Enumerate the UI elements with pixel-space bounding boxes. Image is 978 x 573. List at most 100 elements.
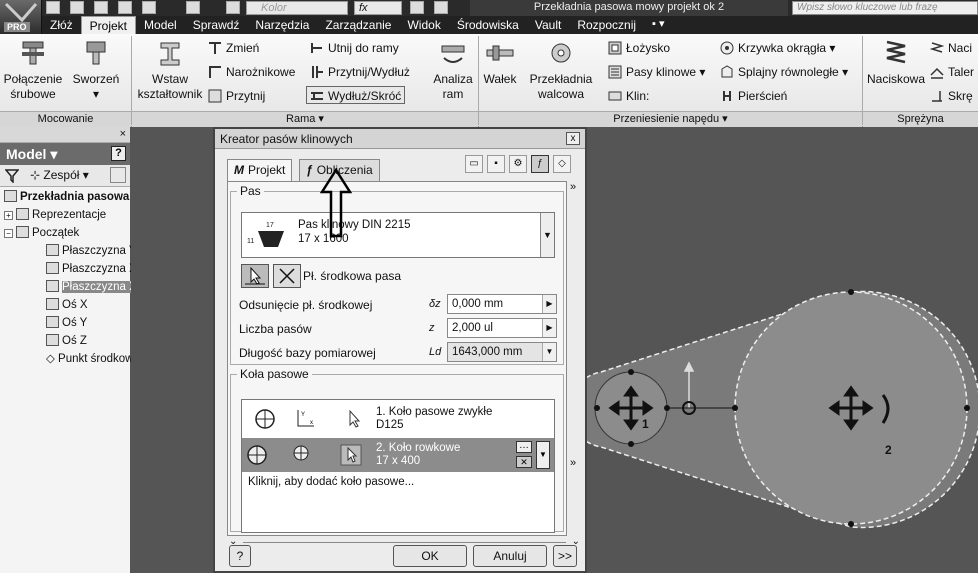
chevron-right-icon[interactable]: ▶ (542, 319, 556, 337)
tab-sprawdz[interactable]: Sprawdź (185, 16, 248, 34)
select-icon[interactable] (186, 1, 200, 14)
pin-button[interactable]: Sworzeń ▾ (68, 38, 124, 102)
undo-icon[interactable] (118, 1, 132, 14)
group-title-naped[interactable]: Przeniesienie napędu ▾ (479, 111, 862, 127)
pulley-row-1[interactable]: Yx 1. Koło pasowe zwykłe D125 (242, 402, 554, 436)
tab-zloz[interactable]: Złóż (42, 16, 81, 34)
plus-icon[interactable] (410, 1, 424, 14)
group-title-rama[interactable]: Rama ▾ (132, 111, 478, 127)
tab-narzedzia[interactable]: Narzędzia (247, 16, 317, 34)
tree-item-axis-x[interactable]: Oś X (46, 297, 88, 314)
belt-dropdown-icon[interactable]: ▼ (540, 213, 554, 257)
ok-button[interactable]: OK (393, 545, 467, 567)
tree-item-plane-xy[interactable]: Płaszczyzna X (46, 279, 137, 296)
tree-label: Oś X (62, 299, 88, 311)
tab-projekt[interactable]: Projekt (80, 16, 137, 34)
tree-item-origin[interactable]: − Początek (4, 225, 79, 242)
pulley-type-dropdown-icon[interactable] (246, 444, 268, 466)
settings-icon[interactable]: ⚙ (509, 155, 527, 173)
tree-item-center-point[interactable]: ◇ Punkt środkowy (46, 351, 139, 368)
tree-item-axis-z[interactable]: Oś Z (46, 333, 87, 350)
tab-model[interactable]: Model (136, 16, 185, 34)
application-menu-button[interactable]: PRO (0, 0, 42, 34)
formula-icon[interactable]: ƒ (531, 155, 549, 173)
tree-item-representations[interactable]: + Reprezentacje (4, 207, 106, 224)
belt-count-input[interactable]: 2,000 ul ▶ (447, 318, 557, 338)
collapse-icon[interactable]: − (4, 229, 13, 238)
pulley-row-2[interactable]: 2. Koło rowkowe 17 x 400 … ✕ ▼ (242, 438, 554, 472)
tab-projekt-dialog[interactable]: M Projekt (227, 159, 293, 182)
color-field[interactable]: Kolor (246, 1, 348, 15)
belt-type-select[interactable]: 17 11 Pas klinowy DIN 2215 17 x 1600 ▼ (241, 212, 555, 258)
chevron-right-icon[interactable]: ▶ (542, 295, 556, 313)
fx-field[interactable]: fx (354, 1, 402, 15)
assembly-view-dropdown[interactable]: ⊹ Zespół ▾ (30, 168, 89, 182)
shaft-button[interactable]: Wałek (480, 38, 520, 87)
save-disk-icon[interactable]: ▪ (487, 155, 505, 173)
help-search-input[interactable]: Wpisz słowo kluczowe lub frazę (792, 1, 978, 15)
ring-button[interactable]: Pierścień (720, 87, 787, 105)
dialog-right-scroll[interactable]: »» (567, 181, 579, 536)
datum-length-select[interactable]: 1643,000 mm ▼ (447, 342, 557, 362)
trim-button[interactable]: Przytnij (208, 87, 265, 105)
change-button[interactable]: Zmień (208, 39, 259, 57)
open-file-icon[interactable] (70, 1, 84, 14)
browser-search-icon[interactable] (110, 167, 126, 183)
key-button[interactable]: Klin: (608, 87, 649, 105)
chevron-down-icon[interactable]: ▼ (542, 343, 556, 361)
tree-item-axis-y[interactable]: Oś Y (46, 315, 87, 332)
filter-icon[interactable] (5, 169, 19, 183)
tab-rozpocznij[interactable]: Rozpocznij (569, 16, 644, 34)
tree-item-plane-yz[interactable]: Płaszczyzna Y (46, 243, 137, 260)
spur-gear-button[interactable]: Przekładnia walcowa (526, 38, 596, 102)
corner-joint-button[interactable]: Narożnikowe (208, 63, 295, 81)
open-folder-icon[interactable]: ▭ (465, 155, 483, 173)
help-button[interactable]: ? (229, 545, 251, 567)
offset-input[interactable]: 0,000 mm ▶ (447, 294, 557, 314)
cancel-button[interactable]: Anuluj (473, 545, 547, 567)
pulley-more-button[interactable]: … (516, 441, 532, 453)
compression-spring-button[interactable]: Naciskowa (864, 38, 928, 87)
new-file-icon[interactable] (46, 1, 60, 14)
tab-srodowiska[interactable]: Środowiska (449, 16, 527, 34)
trim-extend-button[interactable]: Przytnij/Wydłuż (310, 63, 410, 81)
ribbon-options-button[interactable]: ▪ ▾ (644, 16, 672, 34)
disc-cam-button[interactable]: Krzywka okrągła ▾ (720, 39, 835, 57)
select-belt-plane-button[interactable] (241, 264, 269, 288)
save-icon[interactable] (94, 1, 108, 14)
v-belts-button[interactable]: Pasy klinowe ▾ (608, 63, 705, 81)
tab-vault[interactable]: Vault (527, 16, 569, 34)
tab-zarzadzanie[interactable]: Zarządzanie (317, 16, 399, 34)
tree-item-plane-xz[interactable]: Płaszczyzna X (46, 261, 137, 278)
tree-root[interactable]: Przekładnia pasowa (4, 189, 129, 206)
tension-spring-button[interactable]: Naci (930, 39, 972, 57)
appearance-icon[interactable] (226, 1, 240, 14)
insert-frame-button[interactable]: Wstaw kształtownik (135, 38, 205, 102)
expand-icon[interactable]: + (4, 211, 13, 220)
add-pulley-link[interactable]: Kliknij, aby dodać koło pasowe... (248, 476, 414, 488)
dialog-close-button[interactable]: x (566, 132, 580, 145)
dropdown-icon[interactable] (434, 1, 448, 14)
dialog-titlebar[interactable]: Kreator pasów klinowych x (215, 129, 585, 149)
torsion-spring-button[interactable]: Skrę (930, 87, 973, 105)
placement-dropdown-icon[interactable] (290, 444, 312, 466)
select-cursor-icon[interactable] (340, 444, 362, 466)
browser-close-icon[interactable]: × (120, 128, 126, 140)
more-options-button[interactable]: >> (553, 545, 577, 567)
bearing-button[interactable]: Łożysko (608, 39, 670, 57)
parallel-splines-button[interactable]: Splajny równoległe ▾ (720, 63, 848, 81)
delete-pulley-icon[interactable]: ✕ (516, 456, 532, 468)
bolted-connection-button[interactable]: Połączenie śrubowe (2, 38, 64, 102)
browser-header[interactable]: Model ▾ ? (0, 143, 130, 165)
pulley-options-dropdown-icon[interactable]: ▼ (536, 441, 550, 469)
flip-plane-button[interactable] (273, 264, 301, 288)
frame-analysis-button[interactable]: Analiza ram (428, 38, 478, 102)
lengthen-shorten-button[interactable]: Wydłuż/Skróć (306, 86, 406, 104)
tab-widok[interactable]: Widok (399, 16, 448, 34)
belleville-spring-button[interactable]: Taler (930, 63, 974, 81)
corner-joint-label: Narożnikowe (226, 65, 296, 79)
redo-icon[interactable] (142, 1, 156, 14)
trim-to-frame-button[interactable]: Utnij do ramy (310, 39, 399, 57)
browser-help-icon[interactable]: ? (111, 146, 126, 161)
eraser-icon[interactable]: ◇ (553, 155, 571, 173)
